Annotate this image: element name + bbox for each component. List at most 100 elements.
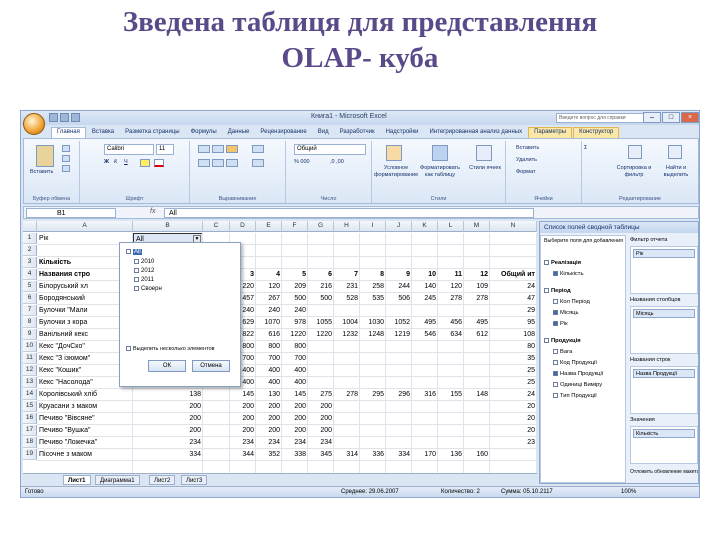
value-cell[interactable]: 200 bbox=[133, 425, 203, 436]
value-cell[interactable]: 200 bbox=[256, 401, 282, 412]
format-as-table-button[interactable]: Форматировать как таблицу bbox=[418, 165, 462, 179]
value-cell[interactable]: 400 bbox=[282, 365, 308, 376]
column-header[interactable]: H bbox=[334, 221, 360, 232]
help-search-input[interactable]: Введите вопрос для справки bbox=[556, 113, 654, 123]
row-header[interactable]: 4 bbox=[23, 269, 37, 280]
value-cell[interactable]: 200 bbox=[230, 425, 256, 436]
row-field[interactable]: Назва Продукції bbox=[633, 369, 695, 378]
value-cell[interactable]: 506 bbox=[386, 293, 412, 304]
value-cell[interactable]: 200 bbox=[230, 401, 256, 412]
tab-options[interactable]: Параметры bbox=[528, 127, 573, 138]
values-zone[interactable]: Кількість bbox=[630, 426, 698, 464]
value-cell[interactable]: 240 bbox=[256, 305, 282, 316]
row-header[interactable]: 19 bbox=[23, 449, 37, 460]
report-filter-field[interactable]: Рік bbox=[633, 249, 695, 258]
value-cell[interactable]: 145 bbox=[282, 389, 308, 400]
value-cell[interactable]: 495 bbox=[412, 317, 438, 328]
value-cell[interactable]: 978 bbox=[282, 317, 308, 328]
total-cell[interactable]: 24 bbox=[490, 389, 537, 400]
total-cell[interactable]: 108 bbox=[490, 329, 537, 340]
paste-icon[interactable] bbox=[36, 145, 54, 167]
value-cell[interactable]: 336 bbox=[360, 449, 386, 460]
cell-styles-icon[interactable] bbox=[476, 145, 492, 161]
row-label-cell[interactable]: Печиво "Вушка" bbox=[37, 425, 133, 436]
row-header[interactable]: 17 bbox=[23, 425, 37, 436]
value-cell[interactable]: 120 bbox=[438, 281, 464, 292]
worksheet-grid[interactable]: A B C D E F G H I J K L M N 1 Рік All ▼ 2 3 Кількість 4 Назван… bbox=[23, 221, 537, 483]
expand-icon[interactable] bbox=[544, 260, 549, 265]
insert-cells-button[interactable]: Вставить bbox=[516, 145, 539, 151]
row-label-cell[interactable]: Печиво "Ложечка" bbox=[37, 437, 133, 448]
column-header[interactable]: F bbox=[282, 221, 308, 232]
column-header[interactable]: J bbox=[386, 221, 412, 232]
value-cell[interactable]: 11 bbox=[438, 269, 464, 280]
value-cell[interactable]: 1220 bbox=[282, 329, 308, 340]
decimal-button[interactable]: ,0 ,00 bbox=[330, 159, 344, 165]
value-cell[interactable]: 316 bbox=[412, 389, 438, 400]
checkbox-icon[interactable] bbox=[553, 360, 558, 365]
filter-item[interactable]: 2011 bbox=[134, 277, 154, 283]
font-color-icon[interactable] bbox=[154, 159, 164, 167]
value-cell[interactable]: 400 bbox=[256, 365, 282, 376]
column-header[interactable]: C bbox=[203, 221, 230, 232]
total-cell[interactable]: 24 bbox=[490, 281, 537, 292]
column-header[interactable]: K bbox=[412, 221, 438, 232]
formula-input[interactable]: All bbox=[164, 208, 534, 218]
value-cell[interactable]: 109 bbox=[464, 281, 490, 292]
value-cell[interactable]: 352 bbox=[256, 449, 282, 460]
value-cell[interactable]: 456 bbox=[438, 317, 464, 328]
merge-cells-icon[interactable] bbox=[252, 159, 264, 167]
tree-toggle-icon[interactable] bbox=[126, 249, 131, 254]
value-cell[interactable]: 200 bbox=[256, 413, 282, 424]
save-icon[interactable] bbox=[49, 113, 58, 122]
value-cell[interactable]: 800 bbox=[256, 341, 282, 352]
tab-design[interactable]: Конструктор bbox=[573, 127, 620, 138]
total-cell[interactable]: 20 bbox=[490, 425, 537, 436]
value-cell[interactable]: 200 bbox=[308, 425, 334, 436]
zoom-level[interactable]: 100% bbox=[621, 487, 636, 497]
total-cell[interactable]: 95 bbox=[490, 317, 537, 328]
value-cell[interactable]: 9 bbox=[386, 269, 412, 280]
row-header[interactable]: 6 bbox=[23, 293, 37, 304]
total-cell[interactable]: 20 bbox=[490, 413, 537, 424]
filter-item[interactable]: 2010 bbox=[134, 259, 154, 265]
field-item[interactable]: Вага bbox=[553, 349, 623, 355]
value-cell[interactable]: 140 bbox=[412, 281, 438, 292]
value-cell[interactable]: 136 bbox=[438, 449, 464, 460]
sheet-tab[interactable]: Диаграмма1 bbox=[95, 475, 140, 485]
row-header[interactable]: 14 bbox=[23, 389, 37, 400]
value-cell[interactable]: 145 bbox=[230, 389, 256, 400]
undo-icon[interactable] bbox=[60, 113, 69, 122]
value-cell[interactable]: 216 bbox=[308, 281, 334, 292]
row-header[interactable]: 9 bbox=[23, 329, 37, 340]
value-cell[interactable]: 5 bbox=[282, 269, 308, 280]
total-cell[interactable]: 29 bbox=[490, 305, 537, 316]
sum-icon[interactable]: Σ bbox=[584, 145, 587, 151]
row-label-cell[interactable]: Пісочне з маком bbox=[37, 449, 133, 460]
value-cell[interactable]: 10 bbox=[412, 269, 438, 280]
value-cell[interactable]: 700 bbox=[256, 353, 282, 364]
column-header[interactable]: M bbox=[464, 221, 490, 232]
checkbox-icon[interactable] bbox=[553, 310, 558, 315]
value-cell[interactable]: 170 bbox=[412, 449, 438, 460]
expand-icon[interactable] bbox=[544, 338, 549, 343]
checkbox-icon[interactable] bbox=[553, 299, 558, 304]
row-header[interactable]: 1 bbox=[23, 233, 37, 244]
select-all-corner[interactable] bbox=[23, 221, 37, 232]
report-filter-zone[interactable]: Рік bbox=[630, 246, 698, 294]
field-item[interactable]: Кол Період bbox=[553, 299, 623, 305]
value-cell[interactable]: 234 bbox=[230, 437, 256, 448]
value-cell[interactable]: 209 bbox=[282, 281, 308, 292]
cell-styles-button[interactable]: Стили ячеек bbox=[466, 165, 504, 172]
checkbox-icon[interactable] bbox=[134, 286, 139, 291]
expand-icon[interactable] bbox=[544, 288, 549, 293]
value-cell[interactable]: 275 bbox=[308, 389, 334, 400]
total-cell[interactable]: 20 bbox=[490, 401, 537, 412]
total-cell[interactable]: 23 bbox=[490, 437, 537, 448]
value-cell[interactable]: 8 bbox=[360, 269, 386, 280]
value-cell[interactable]: 231 bbox=[334, 281, 360, 292]
value-cell[interactable]: 200 bbox=[282, 425, 308, 436]
sheet-tab[interactable]: Лист2 bbox=[149, 475, 176, 485]
checkbox-icon[interactable] bbox=[134, 259, 139, 264]
format-cells-button[interactable]: Формат bbox=[516, 169, 536, 175]
